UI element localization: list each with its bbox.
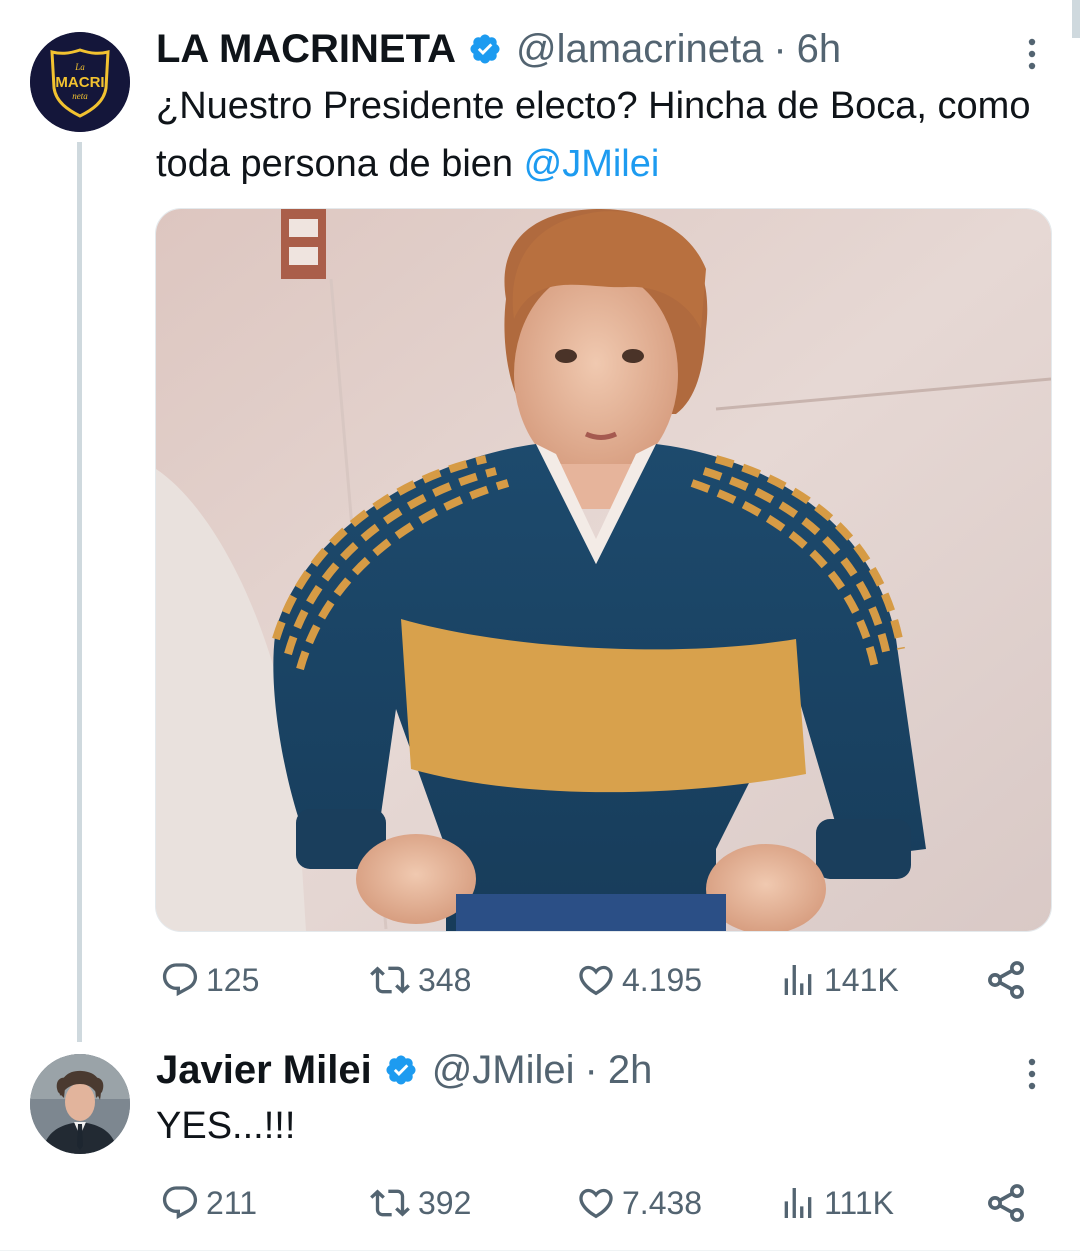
reply-icon [162, 963, 198, 997]
avatar[interactable]: La MACRI neta [30, 32, 130, 132]
share-icon [988, 961, 1024, 999]
share-icon [988, 1184, 1024, 1222]
separator-dot: · [773, 27, 787, 71]
more-options-icon[interactable] [1028, 38, 1036, 70]
share-button[interactable] [984, 1181, 1028, 1225]
photo-boy-boca-jersey-icon [156, 209, 1051, 931]
divider [0, 1250, 1080, 1251]
like-button[interactable]: 4.195 [576, 958, 702, 1002]
reply-button[interactable]: 125 [160, 958, 259, 1002]
svg-text:La: La [74, 62, 85, 72]
views-button[interactable]: 141K [778, 958, 899, 1002]
reply-count: 125 [206, 961, 260, 998]
handle[interactable]: @JMilei [432, 1046, 575, 1094]
reply-count: 211 [206, 1184, 258, 1221]
svg-text:MACRI: MACRI [55, 74, 104, 91]
mention-link[interactable]: @JMilei [524, 143, 660, 185]
tweet-text: ¿Nuestro Presidente electo? Hincha de Bo… [156, 77, 1036, 193]
display-name[interactable]: Javier Milei [156, 1046, 372, 1094]
thread-connector [77, 142, 82, 1042]
retweet-icon [370, 1189, 410, 1217]
tweet-photo[interactable] [155, 208, 1052, 932]
reply-icon [162, 1186, 198, 1220]
like-button[interactable]: 7.438 [576, 1181, 702, 1225]
timestamp[interactable]: 2h [608, 1046, 653, 1094]
tweet-actions: 211 392 7.438 111K [160, 1181, 1030, 1225]
tweet-actions: 125 348 4.195 141K [160, 958, 1030, 1002]
more-options-icon[interactable] [1028, 1058, 1036, 1090]
views-chart-icon [784, 965, 812, 995]
tweet-text: YES...!!! [156, 1105, 296, 1147]
avatar[interactable] [30, 1054, 130, 1154]
handle[interactable]: @lamacrineta [516, 25, 763, 73]
person-portrait-icon [30, 1054, 130, 1154]
retweet-button[interactable]: 392 [368, 1181, 471, 1225]
verified-badge-icon [386, 1055, 416, 1085]
retweet-count: 348 [418, 961, 472, 998]
separator-dot: · [584, 1048, 598, 1092]
retweet-icon [370, 966, 410, 994]
views-count: 111K [824, 1184, 894, 1221]
tweet-header: LA MACRINETA @lamacrineta · 6h [156, 25, 841, 73]
reply-button[interactable]: 211 [160, 1181, 257, 1225]
views-button[interactable]: 111K [778, 1181, 894, 1225]
views-count: 141K [824, 961, 899, 998]
like-count: 4.195 [622, 961, 703, 998]
tweet[interactable]: La MACRI neta LA MACRINETA @lamacrineta … [0, 0, 1080, 1042]
heart-icon [579, 1188, 613, 1219]
verified-badge-icon [470, 34, 500, 64]
tweet-header: Javier Milei @JMilei · 2h [156, 1046, 652, 1094]
display-name[interactable]: LA MACRINETA [156, 25, 456, 73]
svg-text:neta: neta [72, 91, 88, 101]
share-button[interactable] [984, 958, 1028, 1002]
views-chart-icon [784, 1188, 812, 1218]
like-count: 7.438 [622, 1184, 703, 1221]
heart-icon [579, 965, 613, 996]
retweet-count: 392 [418, 1184, 472, 1221]
retweet-button[interactable]: 348 [368, 958, 471, 1002]
timestamp[interactable]: 6h [797, 25, 842, 73]
shield-logo-icon: La MACRI neta [30, 32, 130, 132]
